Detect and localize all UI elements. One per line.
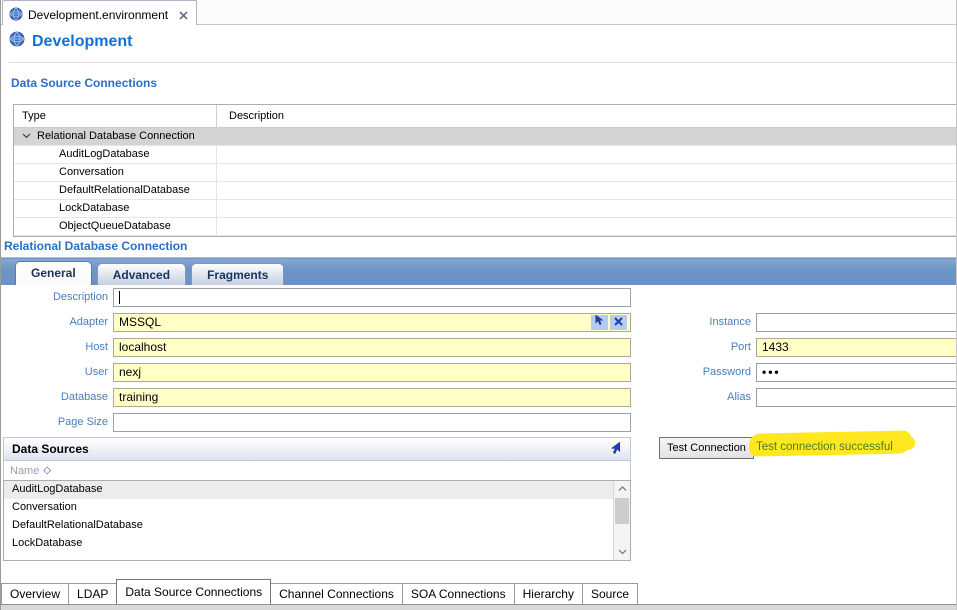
database-field[interactable]: training (113, 388, 631, 407)
tab-soa-connections[interactable]: SOA Connections (402, 583, 515, 604)
page-title-text: Development (32, 33, 132, 51)
tab-overview[interactable]: Overview (1, 583, 69, 604)
tab-source[interactable]: Source (582, 583, 638, 604)
tab-ldap[interactable]: LDAP (68, 583, 117, 604)
globe-icon (9, 31, 25, 52)
page-size-field[interactable] (113, 413, 631, 432)
port-field[interactable]: 1433 (756, 338, 957, 357)
row-label: LockDatabase (59, 200, 129, 217)
scroll-down-icon[interactable] (614, 544, 630, 560)
detail-tab-band: General Advanced Fragments (1, 257, 957, 285)
text-caret (119, 291, 120, 304)
tab-fragments[interactable]: Fragments (191, 263, 284, 285)
adapter-label: Adapter (9, 313, 108, 332)
description-label: Description (9, 288, 108, 307)
cursor-arrow-icon (594, 314, 605, 331)
page-title: Development (9, 31, 132, 52)
sort-diamond-icon: ◇ (43, 465, 51, 476)
password-label: Password (641, 363, 751, 382)
bottom-tab-bar: Overview LDAP Data Source Connections Ch… (1, 579, 957, 604)
database-label: Database (9, 388, 108, 407)
table-row-group[interactable]: Relational Database Connection (14, 128, 957, 146)
table-row[interactable]: DefaultRelationalDatabase (14, 182, 957, 200)
close-icon[interactable] (179, 11, 188, 20)
globe-icon (9, 7, 23, 24)
tab-hierarchy[interactable]: Hierarchy (514, 583, 583, 604)
host-label: Host (9, 338, 108, 357)
password-field[interactable]: ••• (756, 363, 957, 382)
data-sources-title: Data Sources (12, 442, 89, 456)
x-icon (614, 314, 623, 331)
detail-section-title: Relational Database Connection (4, 239, 187, 253)
data-sources-name-header[interactable]: Name ◇ (3, 461, 631, 480)
bottom-strip (1, 604, 957, 610)
tab-advanced[interactable]: Advanced (97, 263, 186, 285)
data-sources-list: AuditLogDatabase Conversation DefaultRel… (3, 480, 631, 561)
instance-label: Instance (641, 313, 751, 332)
data-sources-panel-header: Data Sources (3, 437, 631, 461)
test-result-message: Test connection successful (756, 441, 893, 453)
table-row[interactable]: LockDatabase (14, 200, 957, 218)
name-column-label: Name (10, 465, 39, 477)
editor-tab-title: Development.environment (28, 8, 168, 22)
group-row-label: Relational Database Connection (37, 128, 195, 145)
port-label: Port (641, 338, 751, 357)
editor-tab-development-environment[interactable]: Development.environment (2, 0, 197, 25)
tab-general[interactable]: General (15, 261, 92, 285)
host-field[interactable]: localhost (113, 338, 631, 357)
adapter-clear-button[interactable] (610, 315, 627, 330)
table-row[interactable]: Conversation (14, 164, 957, 182)
table-row[interactable]: AuditLogDatabase (14, 146, 957, 164)
highlighter-mark (901, 436, 915, 450)
column-header-type[interactable]: Type (14, 105, 217, 127)
description-field[interactable] (113, 288, 631, 307)
row-label: AuditLogDatabase (59, 146, 150, 163)
row-label: DefaultRelationalDatabase (59, 182, 190, 199)
instance-field[interactable] (756, 313, 957, 332)
connections-table: Type Description Relational Database Con… (13, 104, 957, 237)
list-item[interactable]: AuditLogDatabase (4, 481, 613, 499)
scroll-up-icon[interactable] (614, 481, 630, 497)
page-size-label: Page Size (9, 413, 108, 432)
alias-field[interactable] (756, 388, 957, 407)
list-item[interactable]: Conversation (4, 499, 613, 517)
row-label: ObjectQueueDatabase (59, 218, 171, 235)
environment-editor: Development.environment Development Data… (0, 0, 957, 610)
row-label: Conversation (59, 164, 124, 181)
user-field[interactable]: nexj (113, 363, 631, 382)
table-header-row: Type Description (14, 105, 957, 128)
table-row[interactable]: ObjectQueueDatabase (14, 218, 957, 236)
scrollbar[interactable] (613, 481, 630, 560)
tab-channel-connections[interactable]: Channel Connections (270, 583, 403, 604)
chevron-down-icon[interactable] (22, 128, 31, 145)
alias-label: Alias (641, 388, 751, 407)
list-item[interactable]: DefaultRelationalDatabase (4, 517, 613, 535)
list-item[interactable]: LockDatabase (4, 535, 613, 553)
column-header-description[interactable]: Description (217, 105, 957, 127)
tab-data-source-connections[interactable]: Data Source Connections (116, 579, 271, 604)
scrollbar-thumb[interactable] (615, 498, 629, 524)
adapter-select-button[interactable] (591, 315, 608, 330)
test-connection-button[interactable]: Test Connection (659, 437, 754, 459)
adapter-field[interactable]: MSSQL (113, 313, 631, 332)
cursor-arrow-icon[interactable] (609, 441, 622, 458)
section-title-data-source-connections: Data Source Connections (11, 76, 157, 90)
divider (9, 62, 957, 63)
user-label: User (9, 363, 108, 382)
